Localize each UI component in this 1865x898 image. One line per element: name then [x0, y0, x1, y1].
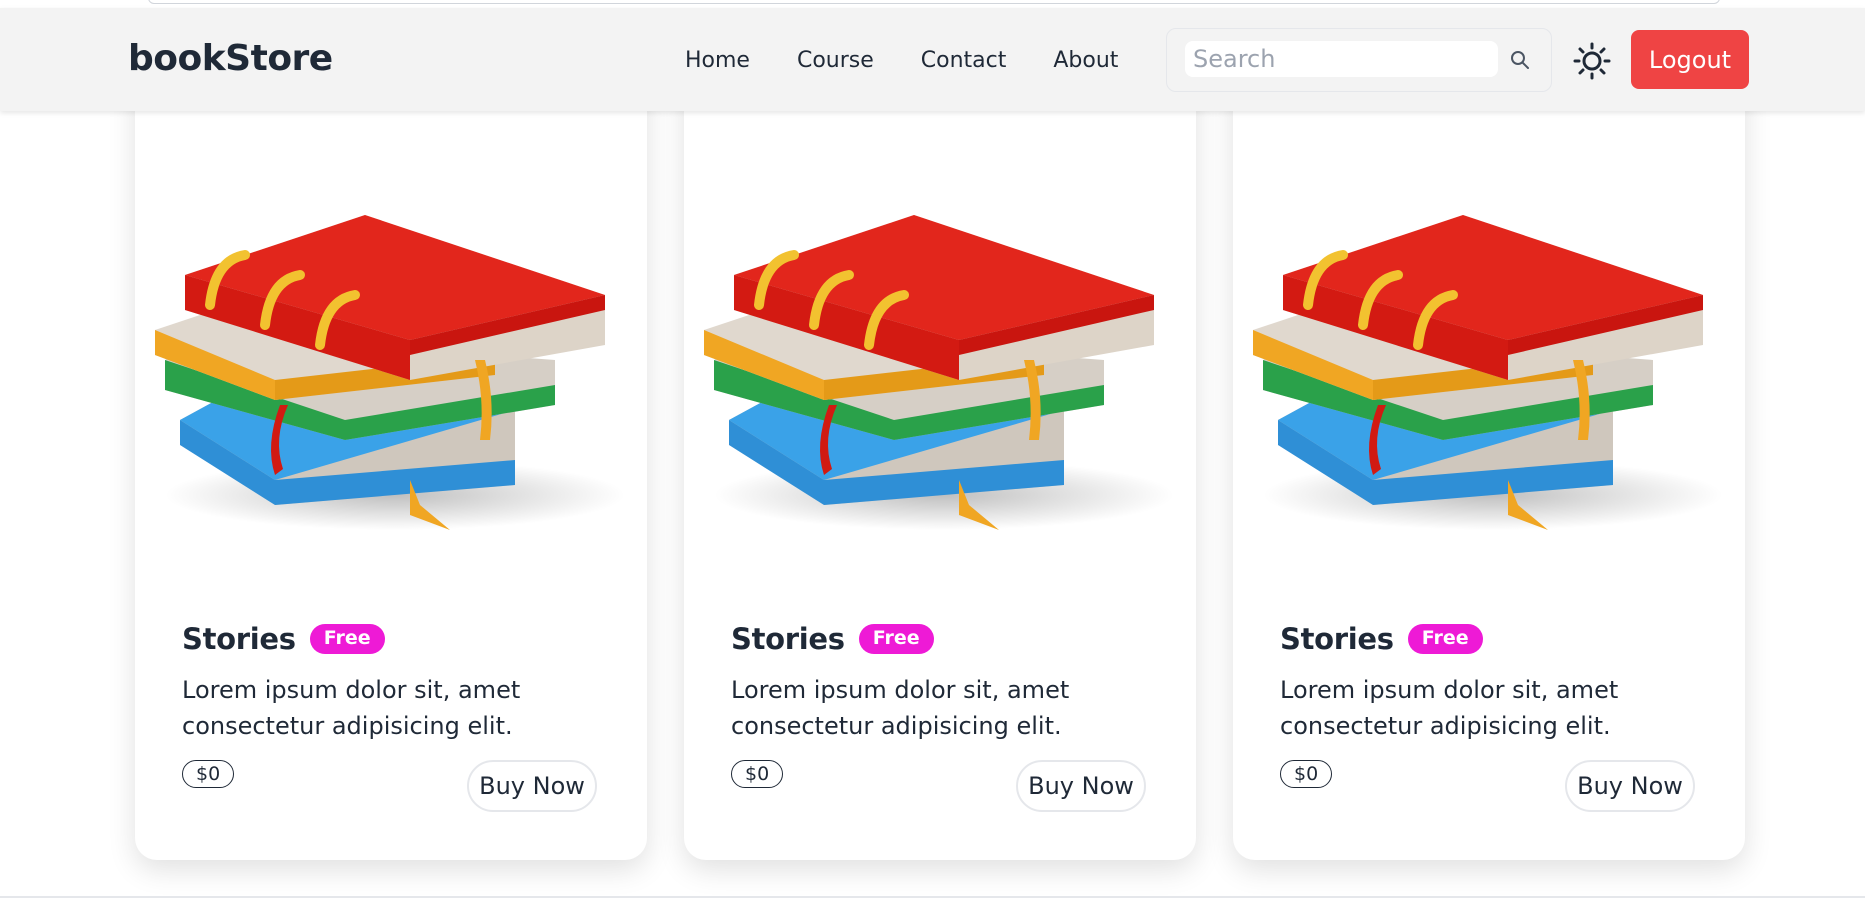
card-title: Stories [182, 622, 296, 656]
nav-link-home[interactable]: Home [685, 48, 750, 73]
search-box [1166, 28, 1552, 92]
card-title-row: Stories Free [182, 622, 385, 656]
buy-now-button[interactable]: Buy Now [467, 760, 597, 812]
card-description: Lorem ipsum dolor sit, amet consectetur … [1280, 676, 1619, 740]
product-card: Stories Free Lorem ipsum dolor sit, amet… [684, 60, 1196, 860]
free-badge: Free [309, 624, 385, 654]
card-grid: Stories Free Lorem ipsum dolor sit, amet… [0, 0, 1865, 898]
nav-link-about[interactable]: About [1053, 48, 1118, 73]
search-input[interactable] [1185, 41, 1498, 77]
card-title-row: Stories Free [731, 622, 934, 656]
card-description: Lorem ipsum dolor sit, amet consectetur … [182, 676, 521, 740]
card-title-row: Stories Free [1280, 622, 1483, 656]
search-icon[interactable] [1510, 50, 1530, 70]
buy-now-button[interactable]: Buy Now [1016, 760, 1146, 812]
free-badge: Free [1407, 624, 1483, 654]
buy-now-button[interactable]: Buy Now [1565, 760, 1695, 812]
logout-button[interactable]: Logout [1631, 30, 1749, 89]
brand-logo[interactable]: bookStore [128, 38, 333, 79]
book-stack-icon [1253, 150, 1723, 550]
product-card: Stories Free Lorem ipsum dolor sit, amet… [135, 60, 647, 860]
nav-link-course[interactable]: Course [797, 48, 874, 73]
sun-icon[interactable] [1573, 42, 1611, 80]
book-stack-icon [155, 150, 625, 550]
nav-link-contact[interactable]: Contact [921, 48, 1007, 73]
card-title: Stories [731, 622, 845, 656]
book-stack-icon [704, 150, 1174, 550]
product-card: Stories Free Lorem ipsum dolor sit, amet… [1233, 60, 1745, 860]
free-badge: Free [858, 624, 934, 654]
nav-links: Home Course Contact About [685, 48, 1165, 73]
card-description: Lorem ipsum dolor sit, amet consectetur … [731, 676, 1070, 740]
price-badge: $0 [731, 760, 784, 788]
navbar: bookStore Home Course Contact About Sear… [0, 8, 1865, 111]
price-badge: $0 [1280, 760, 1333, 788]
card-title: Stories [1280, 622, 1394, 656]
price-badge: $0 [182, 760, 235, 788]
